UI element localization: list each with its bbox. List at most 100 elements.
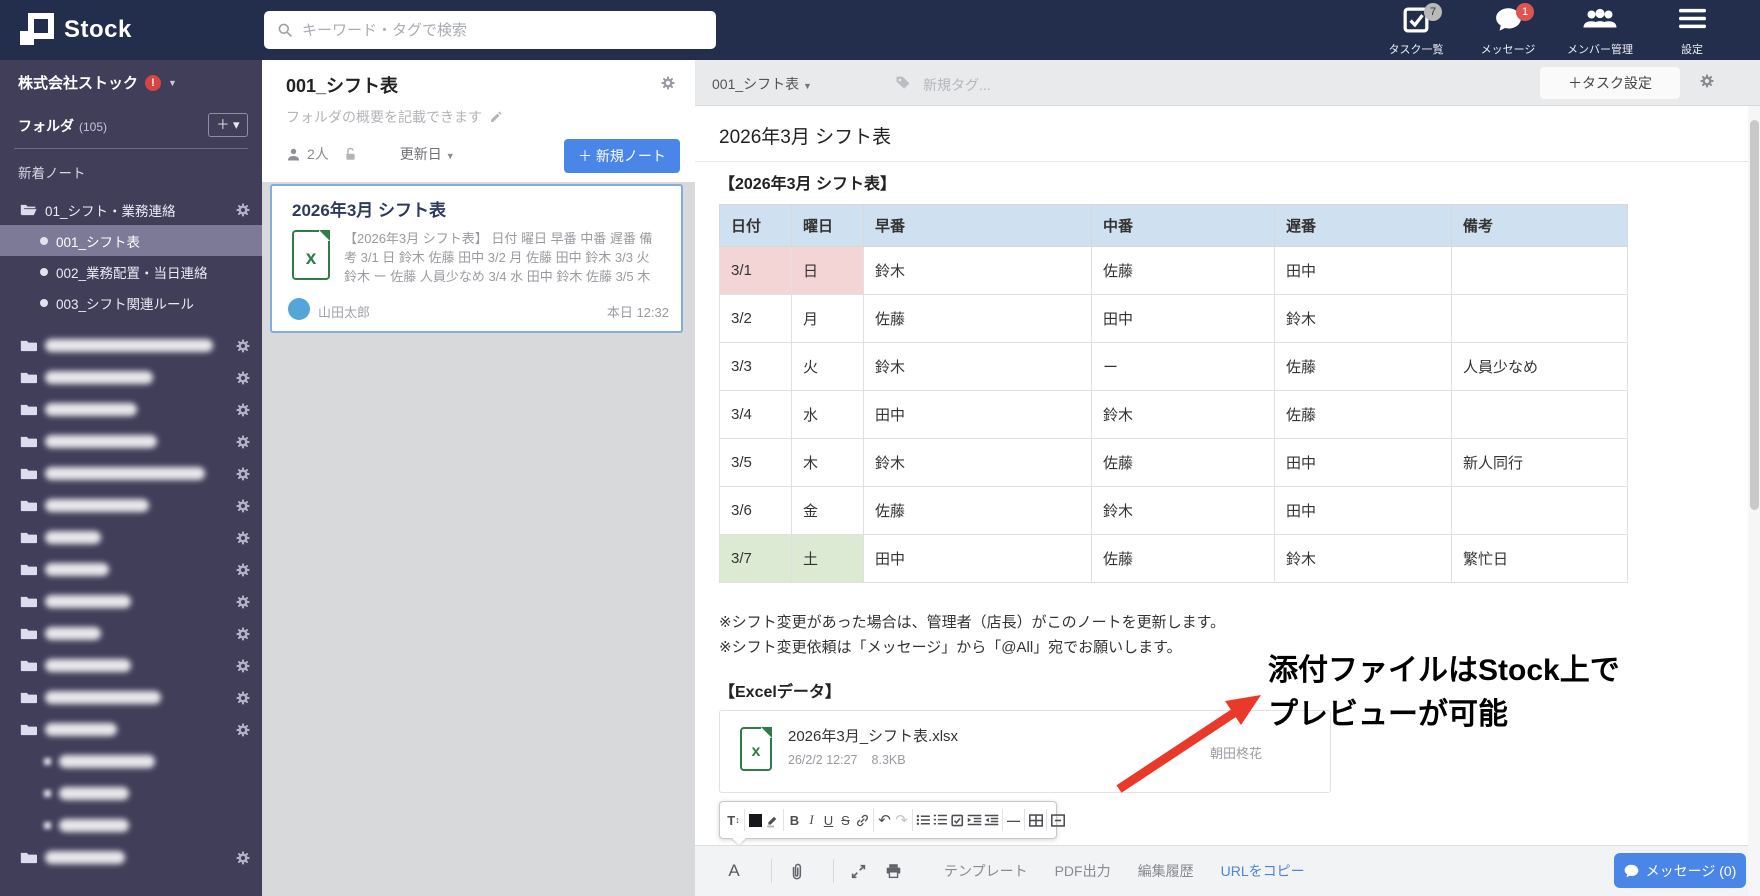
print-icon[interactable] bbox=[882, 863, 904, 879]
sidebar-folder-redacted[interactable] bbox=[0, 650, 262, 681]
add-folder-button[interactable]: ＋ ▾ bbox=[208, 113, 248, 137]
table-cell: 日 bbox=[791, 246, 864, 295]
underline-icon[interactable]: U bbox=[820, 808, 837, 832]
gear-icon[interactable] bbox=[235, 690, 250, 705]
sidebar-folder-redacted[interactable] bbox=[0, 458, 262, 489]
sidebar-folder-redacted[interactable] bbox=[0, 522, 262, 553]
sidebar-note-003[interactable]: 003_シフト関連ルール bbox=[0, 287, 262, 318]
gear-icon[interactable] bbox=[235, 402, 250, 417]
editor-action-PDF出力[interactable]: PDF出力 bbox=[1055, 861, 1111, 881]
sidebar-item-new-notes[interactable]: 新着ノート bbox=[18, 162, 86, 182]
gear-icon[interactable] bbox=[235, 594, 250, 609]
sidebar-note-redacted[interactable] bbox=[0, 810, 262, 841]
gear-icon[interactable] bbox=[235, 202, 250, 217]
gear-icon[interactable] bbox=[235, 850, 250, 865]
sidebar-folder-redacted[interactable] bbox=[0, 394, 262, 425]
sidebar-folder-redacted[interactable] bbox=[0, 618, 262, 649]
sort-dropdown[interactable]: 更新日 ▼ bbox=[400, 144, 455, 164]
text-size-icon[interactable]: T ↕ bbox=[725, 808, 742, 832]
gear-icon[interactable] bbox=[235, 626, 250, 641]
topnav-hamburger[interactable]: 設定 bbox=[1646, 0, 1738, 60]
bullet-icon bbox=[44, 790, 51, 797]
table-icon[interactable] bbox=[1027, 808, 1044, 832]
sidebar-folder-redacted[interactable] bbox=[0, 714, 262, 745]
gear-icon[interactable] bbox=[235, 338, 250, 353]
shift-table: 日付 曜日 早番 中番 遅番 備考 3/1 日鈴木 佐藤 田中 3/2 月佐藤 田中 鈴木 3/3 火鈴木ー… bbox=[719, 204, 1628, 583]
sidebar-note-redacted[interactable] bbox=[0, 746, 262, 777]
undo-icon[interactable]: ↶ bbox=[876, 808, 893, 832]
sidebar-folder-redacted[interactable] bbox=[0, 362, 262, 393]
redo-icon[interactable]: ↷ bbox=[893, 808, 910, 832]
gear-icon[interactable] bbox=[235, 658, 250, 673]
message-button[interactable]: メッセージ (0) bbox=[1614, 853, 1746, 888]
new-note-button[interactable]: ＋ 新規ノート bbox=[564, 139, 680, 173]
sidebar-folder-redacted[interactable] bbox=[0, 426, 262, 457]
copy-url-button[interactable]: URLをコピー bbox=[1221, 861, 1305, 881]
highlighter-icon[interactable] bbox=[764, 808, 781, 832]
new-tag-input[interactable]: 新規タグ... bbox=[923, 75, 991, 95]
search-input[interactable] bbox=[302, 21, 682, 39]
topnav-members[interactable]: メンバー管理 bbox=[1554, 0, 1646, 60]
sidebar-folder-redacted[interactable] bbox=[0, 490, 262, 521]
table-cell bbox=[1451, 294, 1628, 343]
add-task-button[interactable]: ＋タスク設定 bbox=[1540, 67, 1680, 99]
note-list-header: 001_シフト表 フォルダの概要を記載できます 2人 更新日 ▼ ＋ 新規ノート bbox=[262, 60, 695, 182]
gear-icon[interactable] bbox=[235, 434, 250, 449]
editor-action-編集履歴[interactable]: 編集履歴 bbox=[1138, 861, 1194, 881]
gear-icon[interactable] bbox=[235, 722, 250, 737]
folder-description-placeholder[interactable]: フォルダの概要を記載できます bbox=[286, 107, 503, 127]
bullet-icon bbox=[40, 267, 48, 276]
gear-icon[interactable] bbox=[1699, 73, 1718, 92]
folder-breadcrumb[interactable]: 001_シフト表 ▼ bbox=[712, 74, 812, 94]
expand-icon[interactable] bbox=[847, 864, 869, 879]
note-card-selected[interactable]: 2026年3月 シフト表 x 【2026年3月 シフト表】 日付 曜日 早番 中… bbox=[270, 184, 683, 333]
font-a-icon[interactable]: A bbox=[723, 861, 745, 881]
gear-icon[interactable] bbox=[660, 75, 677, 92]
topnav-task-check[interactable]: 7 タスク一覧 bbox=[1370, 0, 1462, 60]
gear-icon[interactable] bbox=[235, 562, 250, 577]
italic-icon[interactable]: I bbox=[803, 808, 820, 832]
bullet-list-icon[interactable] bbox=[915, 808, 932, 832]
ordered-list-icon[interactable] bbox=[932, 808, 949, 832]
gear-icon[interactable] bbox=[235, 370, 250, 385]
gear-icon[interactable] bbox=[235, 530, 250, 545]
color-swatch-icon[interactable] bbox=[747, 808, 764, 832]
sidebar-folder-shift[interactable]: 01_シフト・業務連絡 bbox=[0, 194, 262, 225]
sidebar-note-001[interactable]: 001_シフト表 bbox=[0, 225, 262, 256]
sidebar-note-002[interactable]: 002_業務配置・当日連絡 bbox=[0, 256, 262, 287]
gear-icon[interactable] bbox=[235, 466, 250, 481]
scrollbar-track[interactable] bbox=[1748, 106, 1760, 896]
table-cell: 3/5 bbox=[719, 438, 792, 487]
sidebar-folder-redacted[interactable] bbox=[0, 554, 262, 585]
sidebar-folder-redacted[interactable] bbox=[0, 586, 262, 617]
global-search[interactable] bbox=[264, 11, 716, 49]
search-icon bbox=[277, 22, 293, 38]
sidebar-note-redacted[interactable] bbox=[0, 778, 262, 809]
horizontal-rule-icon[interactable]: — bbox=[1005, 808, 1022, 832]
stock-app: Stock 7 タスク一覧 1 メッセージ メンバー管理 設定 株式会社ストック ! ▼ … bbox=[0, 0, 1760, 896]
gear-icon[interactable] bbox=[235, 498, 250, 513]
scrollbar-thumb[interactable] bbox=[1750, 120, 1759, 510]
org-selector[interactable]: 株式会社ストック ! ▼ bbox=[18, 72, 177, 93]
indent-icon[interactable] bbox=[966, 808, 983, 832]
sidebar-folder-redacted[interactable] bbox=[0, 842, 262, 873]
note-card-title: 2026年3月 シフト表 bbox=[292, 201, 446, 220]
link-icon[interactable] bbox=[854, 808, 871, 832]
topnav-chat-bubble[interactable]: 1 メッセージ bbox=[1462, 0, 1554, 60]
strikethrough-icon[interactable]: S bbox=[837, 808, 854, 832]
table-header-cell: 中番 bbox=[1091, 204, 1275, 247]
stock-logo[interactable]: Stock bbox=[20, 11, 132, 49]
checkbox-list-icon[interactable] bbox=[949, 808, 966, 832]
sidebar-folder-redacted[interactable] bbox=[0, 330, 262, 361]
toolbar-separator bbox=[873, 809, 874, 831]
bullet-icon bbox=[44, 822, 51, 829]
sidebar-folder-redacted[interactable] bbox=[0, 682, 262, 713]
outdent-icon[interactable] bbox=[983, 808, 1000, 832]
attachment-date: 26/2/2 12:27 bbox=[788, 753, 858, 767]
paperclip-icon[interactable] bbox=[785, 862, 807, 881]
bold-icon[interactable]: B bbox=[786, 808, 803, 832]
editor-action-テンプレート[interactable]: テンプレート bbox=[944, 861, 1028, 881]
table-remove-icon[interactable] bbox=[1049, 808, 1066, 832]
alert-badge: ! bbox=[145, 74, 162, 91]
note-title-bar: 2026年3月 シフト表 bbox=[695, 106, 1760, 162]
